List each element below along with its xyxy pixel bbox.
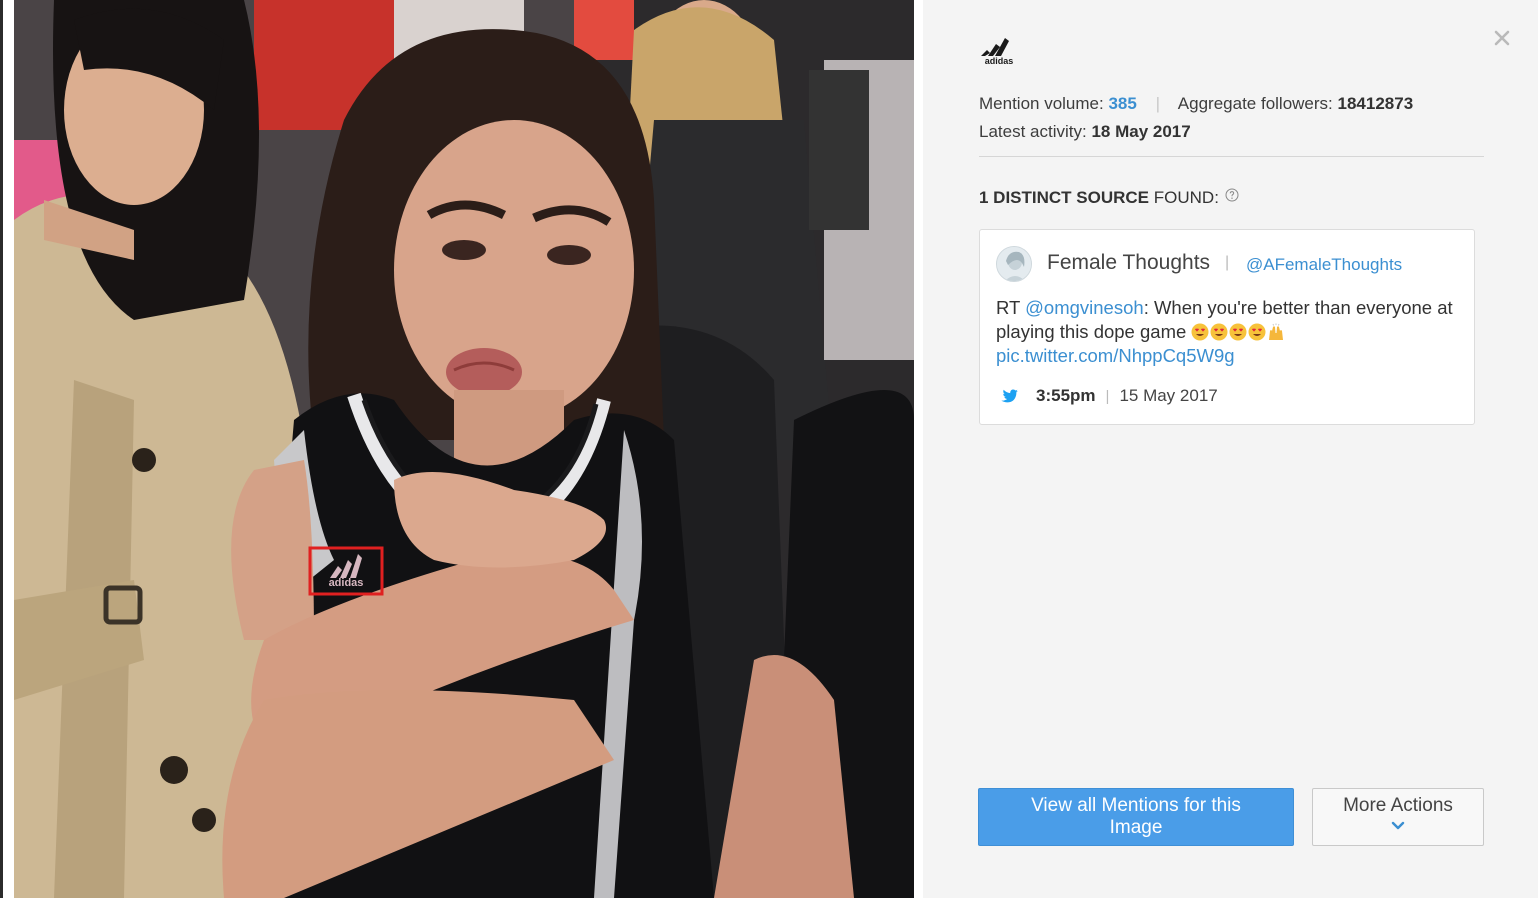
tweet-meta: 3:55pm | 15 May 2017 — [1000, 386, 1218, 406]
app-window: adidas adidas Mention volume: 385 | Aggr… — [0, 0, 1538, 898]
photo-gutter — [914, 0, 923, 898]
divider — [979, 156, 1484, 157]
tweet-text: RT @omgvinesoh: When you're better than … — [996, 296, 1466, 368]
tweet-card[interactable]: Female Thoughts | @AFemaleThoughts RT @o… — [979, 229, 1475, 425]
more-actions-button[interactable]: More Actions — [1312, 788, 1484, 846]
chevron-down-icon — [1391, 821, 1405, 830]
heart-eyes-emoji-icon — [1248, 323, 1266, 341]
left-edge — [0, 0, 14, 898]
mention-volume-value[interactable]: 385 — [1108, 94, 1136, 113]
followers-label: Aggregate followers: — [1177, 94, 1333, 113]
view-all-mentions-button[interactable]: View all Mentions for this Image — [978, 788, 1294, 846]
tweet-date: 15 May 2017 — [1119, 386, 1218, 405]
adidas-logo-icon: adidas — [981, 38, 1014, 66]
tweet-author-name[interactable]: Female Thoughts — [1047, 251, 1210, 275]
brand-name: adidas — [985, 56, 1014, 66]
tweet-time: 3:55pm — [1036, 386, 1096, 405]
author-separator: | — [1225, 254, 1230, 271]
mention-volume-label: Mention volume: — [979, 94, 1104, 113]
question-circle-icon[interactable] — [1225, 188, 1239, 202]
close-icon[interactable] — [1490, 26, 1514, 50]
heart-eyes-emoji-icon — [1191, 323, 1209, 341]
tweet-mention-link[interactable]: @omgvinesoh — [1025, 297, 1144, 318]
twitter-icon — [1001, 389, 1018, 403]
raised-hands-emoji-icon — [1269, 323, 1284, 340]
detected-logo-text: adidas — [329, 577, 364, 589]
mention-stats: Mention volume: 385 | Aggregate follower… — [979, 90, 1413, 146]
heart-eyes-emoji-icon — [1229, 323, 1247, 341]
meta-separator: | — [1105, 387, 1110, 405]
mention-photo: adidas — [14, 0, 914, 898]
sources-count: 1 DISTINCT SOURCE — [979, 188, 1150, 207]
mention-details-panel: adidas Mention volume: 385 | Aggregate f… — [923, 0, 1538, 898]
tweet-prefix: RT — [996, 297, 1026, 318]
stats-separator: | — [1155, 94, 1160, 113]
latest-activity-value: 18 May 2017 — [1091, 122, 1191, 141]
avatar[interactable] — [996, 246, 1032, 282]
sources-heading: 1 DISTINCT SOURCE FOUND: — [979, 188, 1239, 208]
tweet-emojis — [1191, 321, 1286, 342]
followers-value: 18412873 — [1337, 94, 1414, 113]
sources-suffix: FOUND: — [1149, 188, 1219, 207]
more-actions-label: More Actions — [1343, 795, 1453, 816]
heart-eyes-emoji-icon — [1210, 323, 1228, 341]
latest-activity-label: Latest activity: — [979, 122, 1087, 141]
tweet-author-handle[interactable]: @AFemaleThoughts — [1246, 255, 1402, 275]
tweet-pic-link[interactable]: pic.twitter.com/NhppCq5W9g — [996, 345, 1235, 366]
